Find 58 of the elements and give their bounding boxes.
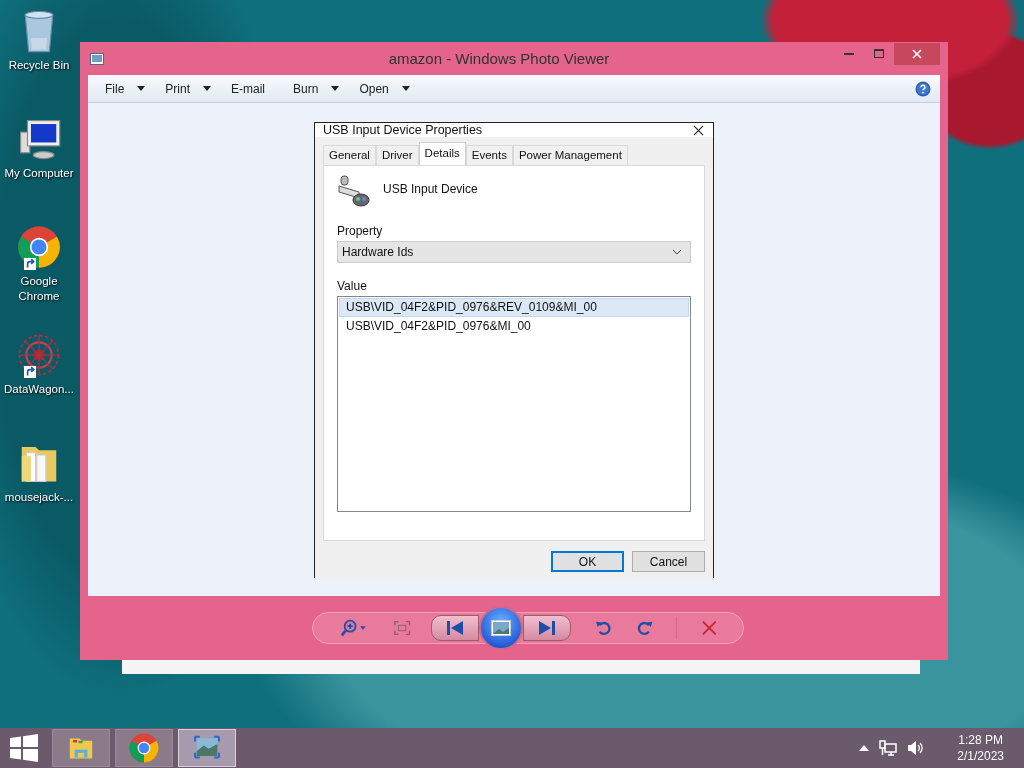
start-button[interactable] — [10, 734, 38, 762]
dialog-button[interactable]: Cancel — [632, 551, 705, 572]
rotate-right-icon[interactable] — [637, 619, 654, 637]
show-hidden-icons-icon[interactable] — [859, 745, 870, 751]
next-button[interactable] — [522, 615, 571, 641]
tab[interactable]: Details — [418, 142, 466, 165]
caret-icon — [203, 86, 212, 91]
network-icon[interactable] — [879, 740, 898, 756]
icon-label[interactable]: My Computer — [0, 166, 78, 181]
list-item[interactable]: USB\VID_04F2&PID_0976&REV_0109&MI_00 — [339, 298, 689, 317]
caret-icon — [331, 86, 340, 91]
close-button[interactable] — [894, 42, 940, 65]
landscape-icon — [490, 620, 511, 636]
help-icon[interactable] — [915, 80, 931, 97]
caret-icon — [401, 86, 410, 91]
menu-item[interactable]: Burn — [285, 81, 348, 96]
maximize-icon — [874, 48, 884, 59]
dialog-title: USB Input Device Properties — [323, 123, 484, 137]
menu-item[interactable]: Open — [351, 81, 418, 96]
delete-icon[interactable] — [702, 620, 717, 636]
menu-item[interactable]: File — [97, 81, 154, 96]
list-item[interactable]: USB\VID_04F2&PID_0976&MI_00 — [339, 317, 689, 336]
rotate-left-icon[interactable] — [594, 619, 612, 637]
dialog-button[interactable]: OK — [551, 551, 624, 572]
icon-label[interactable]: Recycle Bin — [0, 58, 78, 73]
tab[interactable]: Power Management — [512, 145, 628, 165]
icon-label[interactable]: Google Chrome — [0, 274, 78, 304]
chevron-down-icon — [672, 249, 682, 255]
tab[interactable]: Events — [465, 145, 513, 165]
window-title: amazon - Windows Photo Viewer — [387, 50, 611, 67]
previous-button[interactable] — [430, 615, 479, 641]
chrome-icon — [16, 224, 62, 270]
tab[interactable]: Driver — [375, 145, 419, 165]
caret-icon — [137, 86, 146, 91]
taskbar-button[interactable] — [52, 729, 110, 767]
taskbar-button[interactable] — [115, 729, 173, 767]
property-dropdown[interactable]: Hardware Ids — [337, 241, 691, 263]
shortcut-arrow-icon — [24, 366, 36, 378]
gamepad-icon — [337, 174, 371, 208]
volume-icon[interactable] — [907, 740, 926, 756]
icon-label[interactable]: DataWagon... — [0, 382, 78, 397]
value-label: Value — [337, 279, 367, 293]
shortcut-arrow-icon — [24, 258, 36, 270]
menu-item[interactable]: E-mail — [223, 81, 274, 96]
previous-icon — [446, 621, 463, 635]
next-icon — [538, 621, 555, 635]
taskbar-button[interactable] — [178, 729, 236, 767]
property-label: Property — [337, 224, 383, 238]
photo-icon — [90, 52, 104, 65]
minimize-icon — [844, 52, 854, 55]
menu-item[interactable]: Print — [157, 81, 220, 96]
tab[interactable]: General — [323, 145, 376, 165]
clock[interactable]: 1:28 PM 2/1/2023 — [957, 732, 1004, 764]
slideshow-button[interactable] — [478, 606, 523, 650]
icon-label[interactable]: mousejack-... — [0, 490, 78, 505]
device-name: USB Input Device — [383, 181, 478, 196]
close-icon — [912, 48, 922, 59]
close-icon[interactable] — [693, 124, 704, 136]
